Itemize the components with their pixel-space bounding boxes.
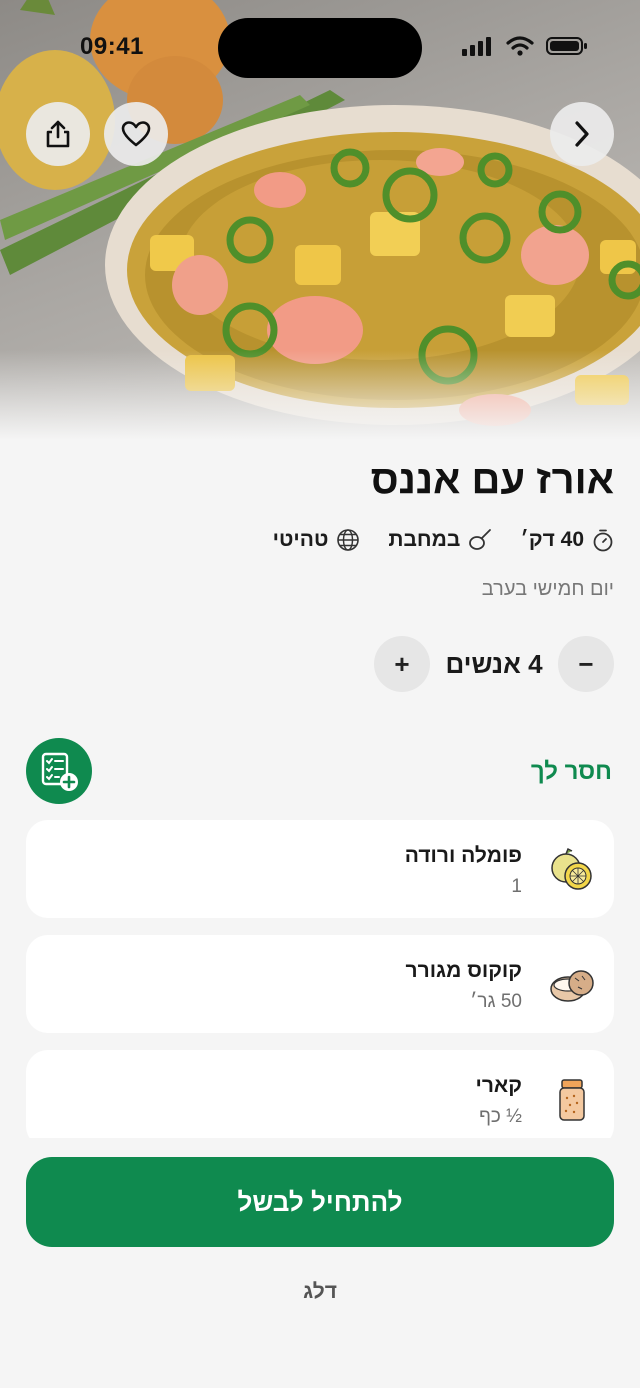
ingredient-name: פומלה ורודה	[404, 844, 522, 867]
coconut-icon	[550, 970, 594, 1002]
globe-icon	[337, 529, 360, 551]
share-button[interactable]	[26, 102, 90, 166]
recipe-subtitle: יום חמישי בערב	[481, 578, 614, 600]
pomelo-icon	[551, 847, 592, 890]
status-icons	[462, 36, 588, 56]
servings-count: 4 אנשים	[445, 648, 543, 679]
recipe-meta: 40 דק׳ במחבת טהיטי	[273, 528, 614, 552]
share-icon	[46, 120, 70, 148]
add-to-shopping-list-button[interactable]	[26, 738, 92, 804]
status-time: 09:41	[80, 33, 144, 60]
ingredient-name: קוקוס מגורר	[405, 959, 522, 982]
meta-time-label: 40 דק׳	[520, 528, 584, 551]
wifi-icon	[506, 36, 534, 56]
missing-ingredients-heading: חסר לך	[530, 758, 612, 785]
meta-cookware: במחבת	[388, 528, 492, 552]
meta-time: 40 דק׳	[520, 528, 614, 552]
dynamic-island	[218, 18, 422, 78]
servings-stepper: − 4 אנשים +	[374, 636, 614, 692]
checklist-add-icon	[41, 752, 78, 791]
back-button[interactable]	[550, 102, 614, 166]
meta-cookware-label: במחבת	[388, 528, 461, 551]
favorite-button[interactable]	[104, 102, 168, 166]
heart-icon	[121, 121, 151, 147]
meta-cuisine-label: טהיטי	[272, 528, 329, 551]
recipe-title: אורז עם אננס	[370, 458, 614, 502]
missing-ingredients-list: פומלה ורודה 1 קוקוס מגורר 50 גר׳ קארי ½ …	[26, 820, 614, 1138]
ingredient-name: קארי	[475, 1074, 523, 1097]
servings-decrease-button[interactable]: −	[558, 636, 614, 692]
meta-cuisine: טהיטי	[273, 528, 361, 552]
pan-icon	[469, 529, 492, 550]
timer-icon	[593, 529, 613, 552]
battery-icon	[546, 37, 587, 55]
ingredient-qty: ½ כף	[479, 1106, 522, 1127]
servings-increase-button[interactable]: +	[374, 636, 431, 692]
start-cooking-button[interactable]: להתחיל לבשל	[26, 1157, 614, 1247]
ingredient-card[interactable]: קארי ½ כף	[26, 1050, 614, 1138]
skip-button[interactable]: דלג	[0, 1280, 640, 1304]
ingredient-qty: 50 גר׳	[470, 991, 522, 1012]
chevron-right-icon	[575, 121, 589, 147]
curry-jar-icon	[559, 1079, 585, 1121]
ingredient-qty: 1	[511, 876, 522, 897]
cellular-signal-icon	[462, 37, 491, 56]
ingredient-card[interactable]: פומלה ורודה 1	[26, 820, 614, 918]
ingredient-card[interactable]: קוקוס מגורר 50 גר׳	[26, 935, 614, 1033]
